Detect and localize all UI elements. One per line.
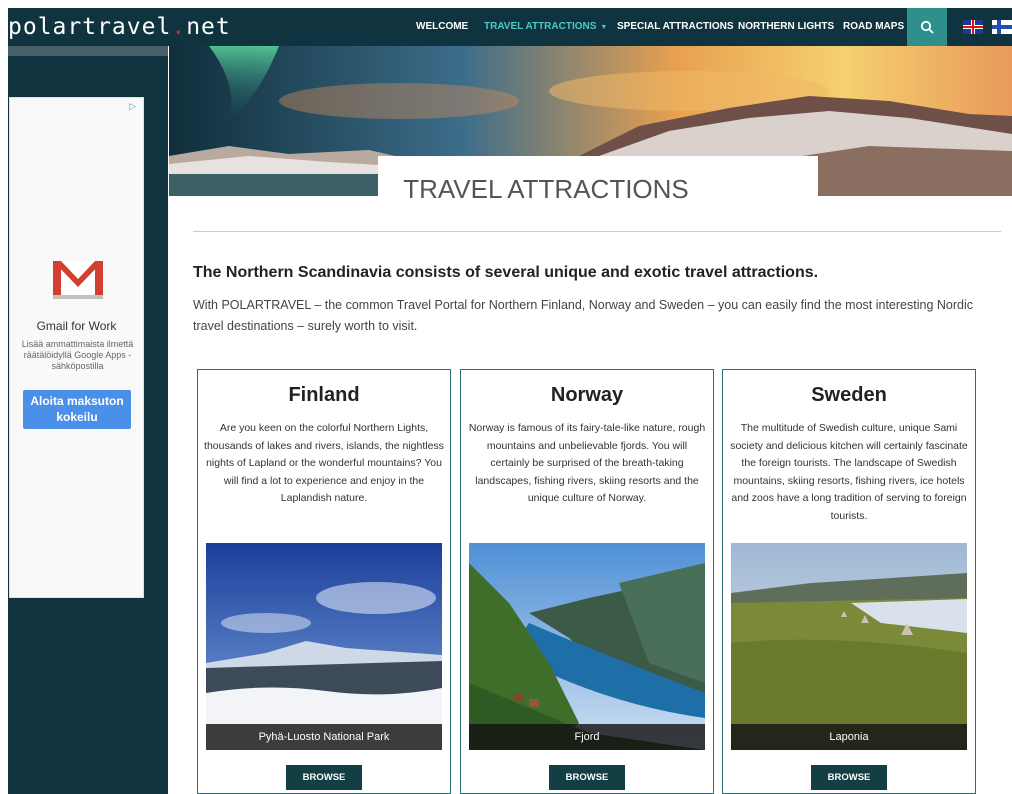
divider (193, 231, 1001, 232)
card-photo-caption: Pyhä-Luosto National Park (206, 724, 442, 750)
logo-main-text: polartravel (8, 14, 172, 40)
ad-cta-button[interactable]: Aloita maksuton kokeilu (23, 390, 131, 429)
card-description: Are you keen on the colorful Northern Li… (204, 422, 444, 504)
browse-button-finland[interactable]: BROWSE (286, 765, 362, 790)
card-photo-sweden[interactable]: Laponia (731, 543, 967, 750)
sidebar-stripe (8, 46, 168, 56)
browse-button-norway[interactable]: BROWSE (549, 765, 625, 790)
nav-item-travel-attractions[interactable]: TRAVEL ATTRACTIONS ▼ (484, 8, 607, 46)
intro-text: With POLARTRAVEL – the common Travel Por… (193, 298, 973, 333)
advertisement-banner[interactable]: ▷ Gmail for Work Lisää ammattimaista ilm… (9, 97, 144, 598)
gmail-icon (53, 261, 103, 299)
card-description: The multitude of Swedish culture, unique… (730, 422, 968, 522)
card-sweden: Sweden The multitude of Swedish culture,… (722, 369, 976, 794)
card-description: Norway is famous of its fairy-tale-like … (468, 422, 706, 504)
nav-item-travel-attractions-label: TRAVEL ATTRACTIONS (484, 21, 597, 32)
card-photo-caption: Laponia (731, 724, 967, 750)
logo-dot: . (171, 14, 187, 40)
card-photo-finland[interactable]: Pyhä-Luosto National Park (206, 543, 442, 750)
browse-button-sweden[interactable]: BROWSE (811, 765, 887, 790)
intro-heading: The Northern Scandinavia consists of sev… (193, 264, 819, 281)
flag-finland-icon[interactable] (992, 20, 1012, 34)
ad-choices-icon[interactable]: ▷ (129, 101, 139, 111)
ad-text: Lisää ammattimaista ilmettä räätälöidyll… (21, 339, 134, 371)
card-photo-caption: Fjord (469, 724, 705, 750)
site-logo[interactable]: polartravel.net (8, 14, 231, 40)
card-finland: Finland Are you keen on the colorful Nor… (197, 369, 451, 794)
card-title: Norway (550, 384, 624, 406)
ad-title: Gmail for Work (36, 319, 117, 333)
top-navigation-bar: polartravel.net WELCOME TRAVEL ATTRACTIO… (8, 8, 1012, 46)
card-photo-norway[interactable]: Fjord (469, 543, 705, 750)
search-icon (920, 20, 934, 34)
card-title: Finland (288, 384, 360, 406)
nav-item-special-attractions[interactable]: SPECIAL ATTRACTIONS (617, 8, 733, 46)
search-button[interactable] (907, 8, 947, 46)
card-norway: Norway Norway is famous of its fairy-tal… (460, 369, 714, 794)
page-title: TRAVEL ATTRACTIONS (403, 174, 689, 204)
card-title: Sweden (811, 384, 887, 406)
logo-suffix-text: net (186, 14, 231, 40)
nav-item-road-maps[interactable]: ROAD MAPS (843, 8, 904, 46)
flag-uk-icon[interactable] (963, 20, 983, 34)
chevron-down-icon: ▼ (600, 24, 608, 31)
nav-item-northern-lights[interactable]: NORTHERN LIGHTS (738, 8, 834, 46)
nav-item-welcome[interactable]: WELCOME (416, 8, 468, 46)
